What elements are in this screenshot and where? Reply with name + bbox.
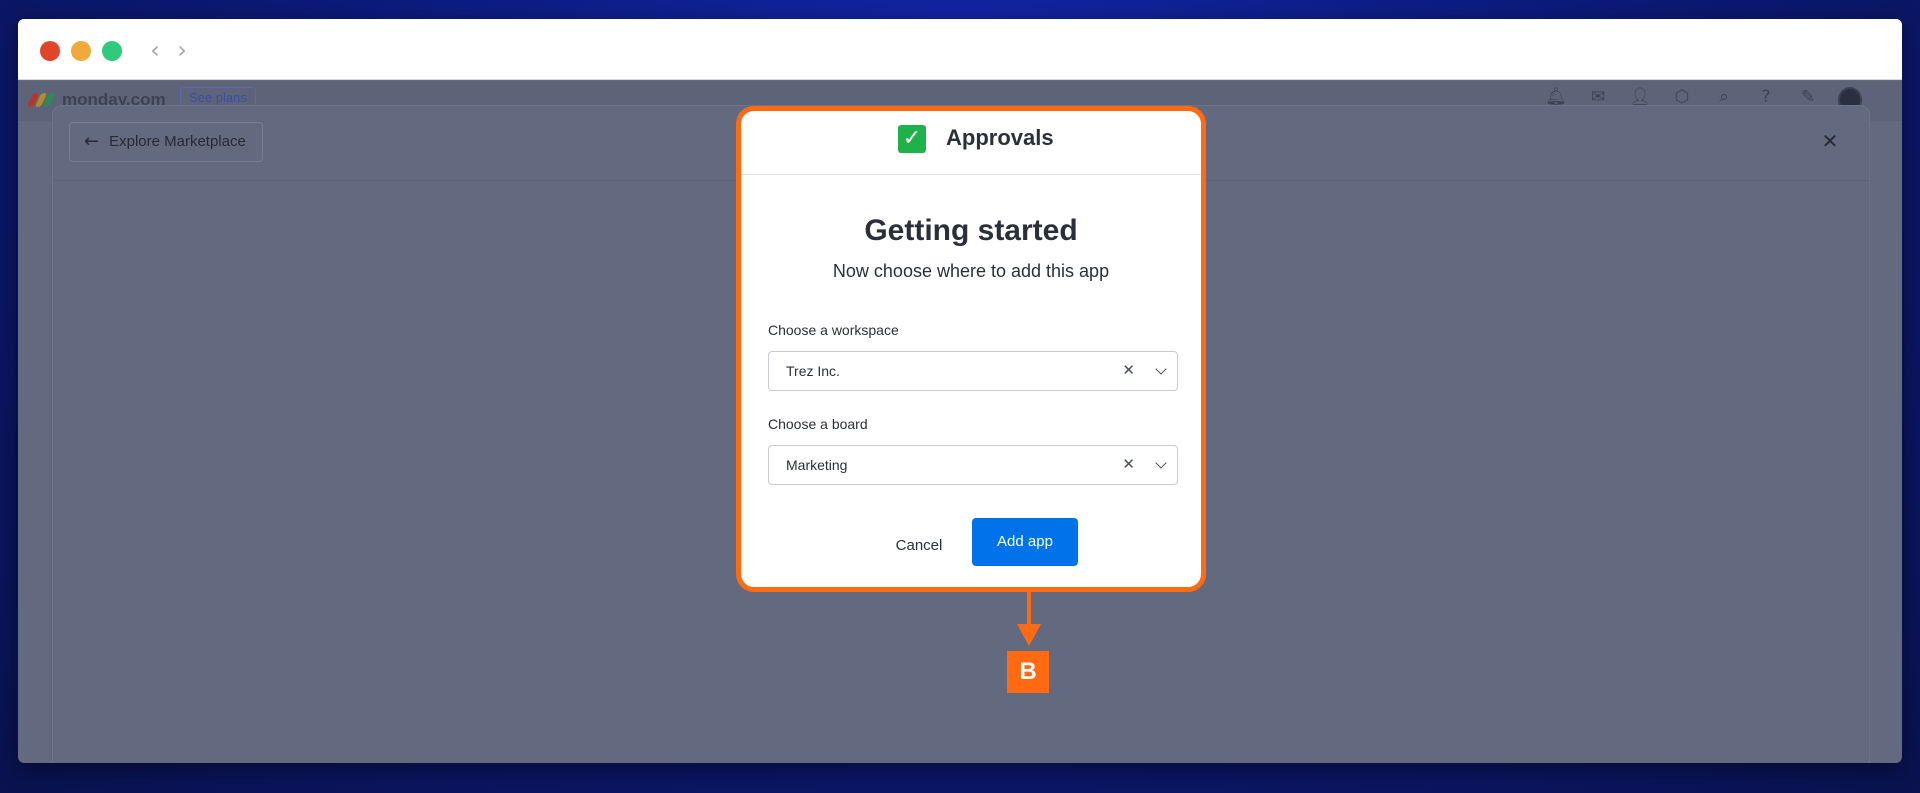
explore-marketplace-label: Explore Marketplace xyxy=(109,133,246,150)
forward-arrow-icon[interactable]: › xyxy=(173,37,191,63)
chevron-down-icon[interactable] xyxy=(1155,363,1167,375)
browser-titlebar: ‹ › xyxy=(18,19,1902,80)
workspace-value: Trez Inc. xyxy=(786,363,840,379)
maximize-window-button[interactable] xyxy=(102,41,122,61)
board-select[interactable]: Marketing ✕ xyxy=(768,445,1178,485)
app-name: Approvals xyxy=(946,125,1054,150)
workspace-select[interactable]: Trez Inc. ✕ xyxy=(768,351,1178,391)
annotation-arrow-head-icon xyxy=(1017,624,1041,646)
modal-subtitle: Now choose where to add this app xyxy=(832,261,1110,281)
minimize-window-button[interactable] xyxy=(71,41,91,61)
clear-icon[interactable]: ✕ xyxy=(1122,455,1135,473)
clear-icon[interactable]: ✕ xyxy=(1122,361,1135,379)
modal-header: ✓ Approvals xyxy=(741,111,1201,175)
arrow-left-icon: ← xyxy=(84,131,100,152)
workspace-label: Choose a workspace xyxy=(768,322,899,338)
add-app-modal: ✓ Approvals Getting started Now choose w… xyxy=(736,106,1206,592)
back-arrow-icon[interactable]: ‹ xyxy=(146,37,164,63)
explore-marketplace-button[interactable]: ← Explore Marketplace xyxy=(69,122,263,162)
annotation-badge: B xyxy=(1007,651,1049,693)
board-label: Choose a board xyxy=(768,416,868,432)
close-icon[interactable]: ✕ xyxy=(1817,128,1843,154)
cancel-button[interactable]: Cancel xyxy=(887,534,951,558)
approvals-check-icon: ✓ xyxy=(898,125,926,153)
monday-logo-icon xyxy=(26,93,56,107)
modal-title: Getting started xyxy=(864,214,1078,247)
close-window-button[interactable] xyxy=(40,41,60,61)
annotation-arrow-line xyxy=(1027,592,1031,628)
add-app-button[interactable]: Add app xyxy=(972,518,1078,566)
chevron-down-icon[interactable] xyxy=(1155,457,1167,469)
board-value: Marketing xyxy=(786,457,848,473)
